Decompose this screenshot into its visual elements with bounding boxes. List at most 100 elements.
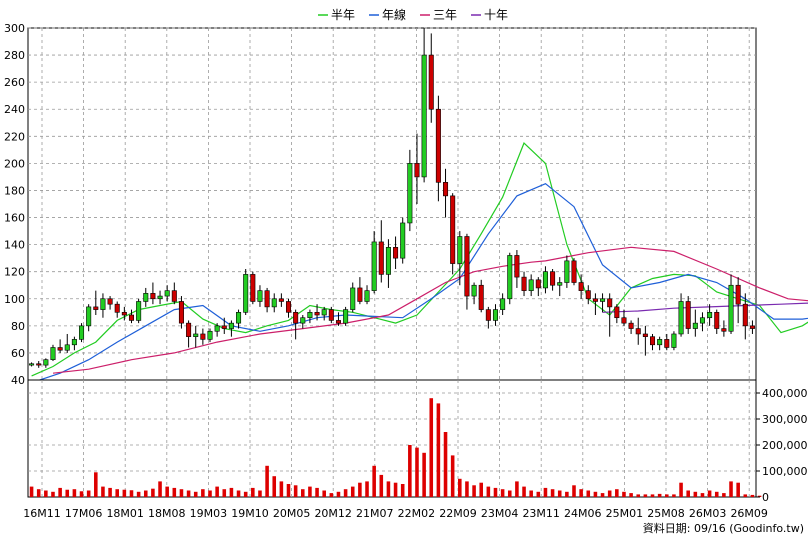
candle-body-13 <box>121 312 127 316</box>
candle-body-77 <box>578 282 584 291</box>
x-tick-label-0: 16M11 <box>23 507 61 520</box>
volume-bar-79 <box>593 491 598 497</box>
volume-tick-label-2: 200,000 <box>762 439 808 452</box>
volume-bar-16 <box>143 490 148 497</box>
volume-bar-41 <box>322 490 326 497</box>
candle-body-42 <box>328 309 334 321</box>
volume-bar-17 <box>151 488 155 497</box>
volume-tick-label-4: 400,000 <box>762 387 808 400</box>
candle-90 <box>671 331 677 351</box>
volume-bar-20 <box>172 487 177 497</box>
volume-bar-70 <box>529 490 533 497</box>
volume-bar-25 <box>208 490 212 497</box>
volume-bar-50 <box>386 481 391 497</box>
price-y-axis: 40 60 80 100 120 140 160 180 200 220 240 260 280 300 <box>4 22 25 387</box>
price-tick-label-13: 300 <box>4 22 25 35</box>
volume-bar-38 <box>301 489 305 497</box>
volume-bar-98 <box>729 481 733 497</box>
candle-body-41 <box>321 309 327 316</box>
candle-body-12 <box>114 303 120 313</box>
volume-bar-7 <box>79 491 84 497</box>
candle-15 <box>136 298 142 324</box>
price-tick-label-10: 240 <box>4 103 25 116</box>
candle-body-80 <box>600 298 606 302</box>
volume-bar-84 <box>629 493 633 497</box>
candle-body-25 <box>207 330 213 340</box>
volume-bar-88 <box>657 493 662 497</box>
x-tick-label-4: 19M03 <box>190 507 228 520</box>
candle-body-88 <box>657 339 663 346</box>
candle-body-50 <box>385 247 391 275</box>
legend-label-0: 半年 <box>331 8 355 22</box>
candle-body-58 <box>443 182 449 197</box>
candle-body-78 <box>585 290 591 300</box>
volume-bar-101 <box>750 494 755 497</box>
candle-body-92 <box>685 301 691 329</box>
x-tick-label-5: 19M10 <box>231 507 269 520</box>
candle-body-33 <box>264 290 270 308</box>
candle-body-60 <box>457 236 463 264</box>
volume-bar-19 <box>165 486 169 497</box>
legend-label-3: 十年 <box>484 8 508 22</box>
volume-bar-49 <box>379 474 384 497</box>
candle-body-72 <box>542 271 548 289</box>
candle-body-2 <box>43 359 49 366</box>
candle-body-9 <box>93 306 99 310</box>
candle-body-56 <box>428 54 434 110</box>
volume-bar-43 <box>336 491 341 497</box>
volume-bar-83 <box>622 491 626 497</box>
price-tick-label-7: 180 <box>4 184 25 197</box>
volume-bar-22 <box>186 490 191 497</box>
volume-bar-33 <box>265 465 269 497</box>
volume-y-axis: 0 100,000 200,000 300,000 400,000 <box>756 387 808 504</box>
volume-bar-66 <box>500 489 505 497</box>
candle-body-97 <box>721 328 727 332</box>
volume-bar-35 <box>279 481 284 497</box>
volume-bar-78 <box>586 490 591 497</box>
price-tick-label-6: 160 <box>4 212 25 225</box>
candle-body-29 <box>236 312 242 324</box>
volume-bar-57 <box>436 403 441 497</box>
candle-body-75 <box>564 260 570 283</box>
volume-bar-80 <box>600 493 605 497</box>
price-plot-frame <box>27 27 757 381</box>
candle-body-44 <box>343 309 349 324</box>
candle-body-28 <box>228 322 234 329</box>
candle-body-53 <box>407 163 413 224</box>
candle-42 <box>328 306 334 324</box>
candle-3 <box>50 344 56 362</box>
volume-bar-91 <box>679 482 683 497</box>
volume-bar-14 <box>129 490 134 497</box>
volume-bar-53 <box>408 445 412 497</box>
x-tick-label-10: 22M09 <box>439 507 477 520</box>
volume-bar-29 <box>236 490 241 497</box>
volume-bar-44 <box>343 489 348 497</box>
volume-bar-82 <box>615 489 619 497</box>
candle-body-37 <box>293 312 299 324</box>
candle-body-95 <box>707 312 713 319</box>
candle-body-16 <box>143 293 149 302</box>
volume-bar-54 <box>415 447 419 497</box>
volume-bar-58 <box>443 432 448 497</box>
volume-bar-5 <box>65 489 70 497</box>
volume-bar-4 <box>58 487 62 497</box>
candle-body-99 <box>735 284 741 305</box>
volume-bar-48 <box>372 465 376 497</box>
chart-canvas: 半年 年線 三年 十年 40 60 80 100 120 140 160 180 200 220 240 2… <box>4 7 808 535</box>
volume-bar-8 <box>86 490 91 497</box>
volume-bar-18 <box>158 481 162 497</box>
volume-bar-3 <box>51 491 55 497</box>
x-tick-label-11: 23M04 <box>481 507 519 520</box>
candle-body-68 <box>514 255 520 278</box>
candle-body-4 <box>57 347 63 351</box>
candle-body-8 <box>86 306 92 327</box>
candle-body-61 <box>464 236 470 297</box>
candle-body-20 <box>171 290 177 302</box>
candle-body-59 <box>450 195 456 264</box>
volume-bar-90 <box>672 494 676 497</box>
volume-bar-10 <box>101 486 105 497</box>
candle-body-69 <box>521 276 527 291</box>
volume-bar-32 <box>258 490 262 497</box>
x-tick-label-6: 20M05 <box>273 507 311 520</box>
price-tick-label-2: 80 <box>11 320 25 333</box>
